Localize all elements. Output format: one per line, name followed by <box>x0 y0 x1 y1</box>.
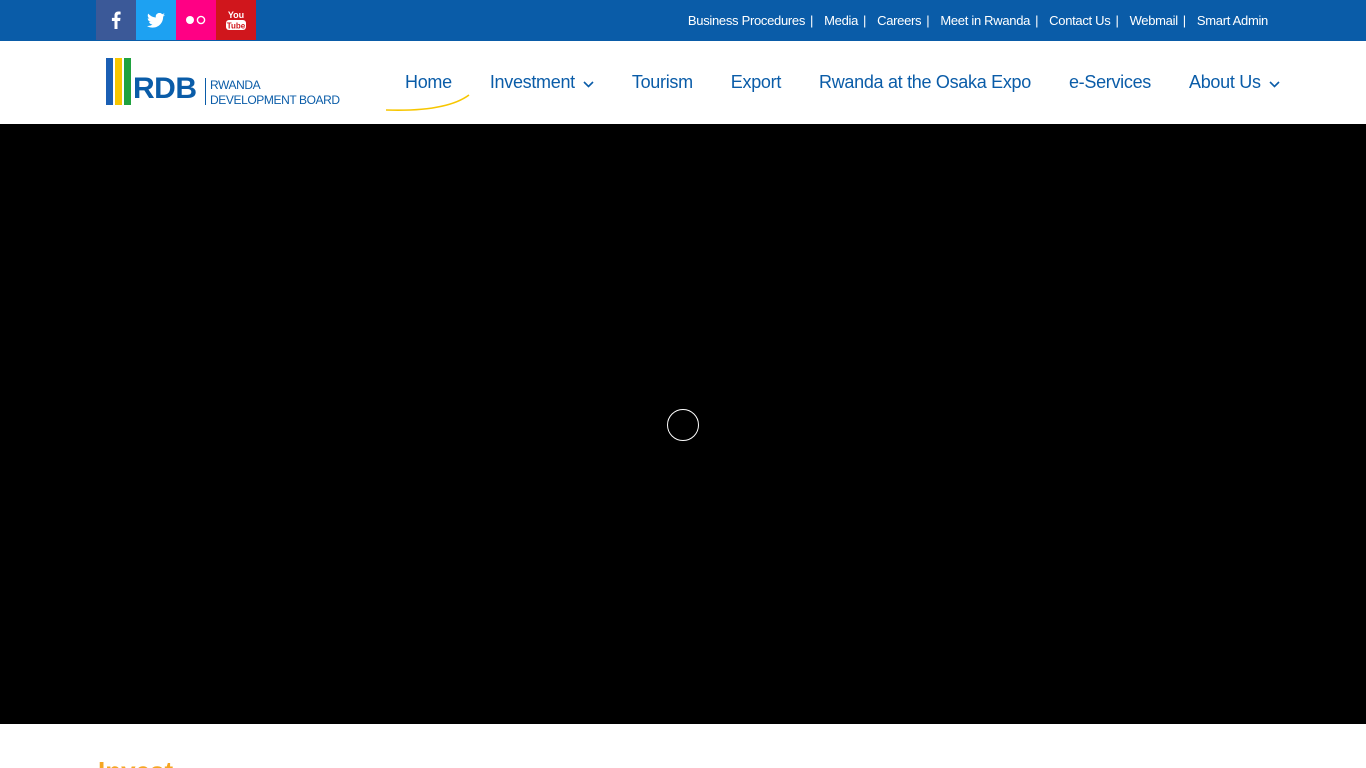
hero-video[interactable] <box>0 124 1366 724</box>
nav-item-tourism[interactable]: Tourism <box>613 41 712 124</box>
nav-label: Export <box>730 72 782 92</box>
youtube-icon: You Tube <box>224 9 248 31</box>
nav-item-investment[interactable]: Investment <box>471 41 613 124</box>
logo-bar-blue <box>106 58 113 105</box>
chevron-down-icon <box>1269 72 1280 93</box>
separator: | <box>1115 12 1119 28</box>
nav-label: Investment <box>489 72 575 92</box>
nav-item-export[interactable]: Export <box>712 41 800 124</box>
active-swoosh-icon <box>386 94 470 112</box>
top-link-meet-in-rwanda[interactable]: Meet in Rwanda <box>940 13 1030 28</box>
facebook-link[interactable] <box>96 0 136 40</box>
separator: | <box>926 12 930 28</box>
main-nav: Home Investment Tourism Export Rwanda at… <box>386 41 1299 124</box>
social-links: You Tube <box>96 0 256 40</box>
nav-label: Rwanda at the Osaka Expo <box>819 72 1031 92</box>
top-link-business-procedures[interactable]: Business Procedures <box>688 13 805 28</box>
flickr-link[interactable] <box>176 0 216 40</box>
top-bar: You Tube Business Procedures | Media | C… <box>0 0 1366 41</box>
logo-line-1: RWANDA <box>210 78 261 92</box>
nav-label: Tourism <box>631 72 693 92</box>
nav-item-e-services[interactable]: e-Services <box>1050 41 1170 124</box>
flickr-icon <box>185 15 207 25</box>
logo-line-2: DEVELOPMENT BOARD <box>210 93 340 107</box>
separator: | <box>1035 12 1039 28</box>
twitter-link[interactable] <box>136 0 176 40</box>
youtube-link[interactable]: You Tube <box>216 0 256 40</box>
logo-bar-green <box>124 58 131 105</box>
facebook-icon <box>111 11 121 29</box>
separator: | <box>1182 12 1186 28</box>
nav-item-home[interactable]: Home <box>386 41 471 124</box>
svg-text:You: You <box>228 10 244 20</box>
chevron-down-icon <box>583 72 594 93</box>
top-link-webmail[interactable]: Webmail <box>1130 13 1179 28</box>
nav-label: e-Services <box>1068 72 1151 92</box>
section-title: Invest <box>98 756 173 768</box>
top-link-smart-admin[interactable]: Smart Admin <box>1197 13 1268 28</box>
nav-label: Home <box>405 72 452 92</box>
separator: | <box>863 12 867 28</box>
nav-item-about-us[interactable]: About Us <box>1170 41 1299 124</box>
logo-acronym: RDB <box>133 72 197 105</box>
svg-text:Tube: Tube <box>227 21 246 30</box>
top-link-contact-us[interactable]: Contact Us <box>1049 13 1111 28</box>
nav-label: About Us <box>1189 72 1261 92</box>
loading-spinner-icon <box>667 409 699 441</box>
top-link-media[interactable]: Media <box>824 13 858 28</box>
site-header: RDB RWANDA DEVELOPMENT BOARD Home Invest… <box>0 41 1366 124</box>
logo-bar-yellow <box>115 58 122 105</box>
twitter-icon <box>147 12 165 28</box>
separator: | <box>810 12 814 28</box>
rdb-logo[interactable]: RDB RWANDA DEVELOPMENT BOARD <box>106 58 346 108</box>
top-link-careers[interactable]: Careers <box>877 13 921 28</box>
logo-divider <box>205 78 206 105</box>
utility-nav: Business Procedures | Media | Careers | … <box>688 0 1268 40</box>
nav-item-osaka-expo[interactable]: Rwanda at the Osaka Expo <box>800 41 1050 124</box>
